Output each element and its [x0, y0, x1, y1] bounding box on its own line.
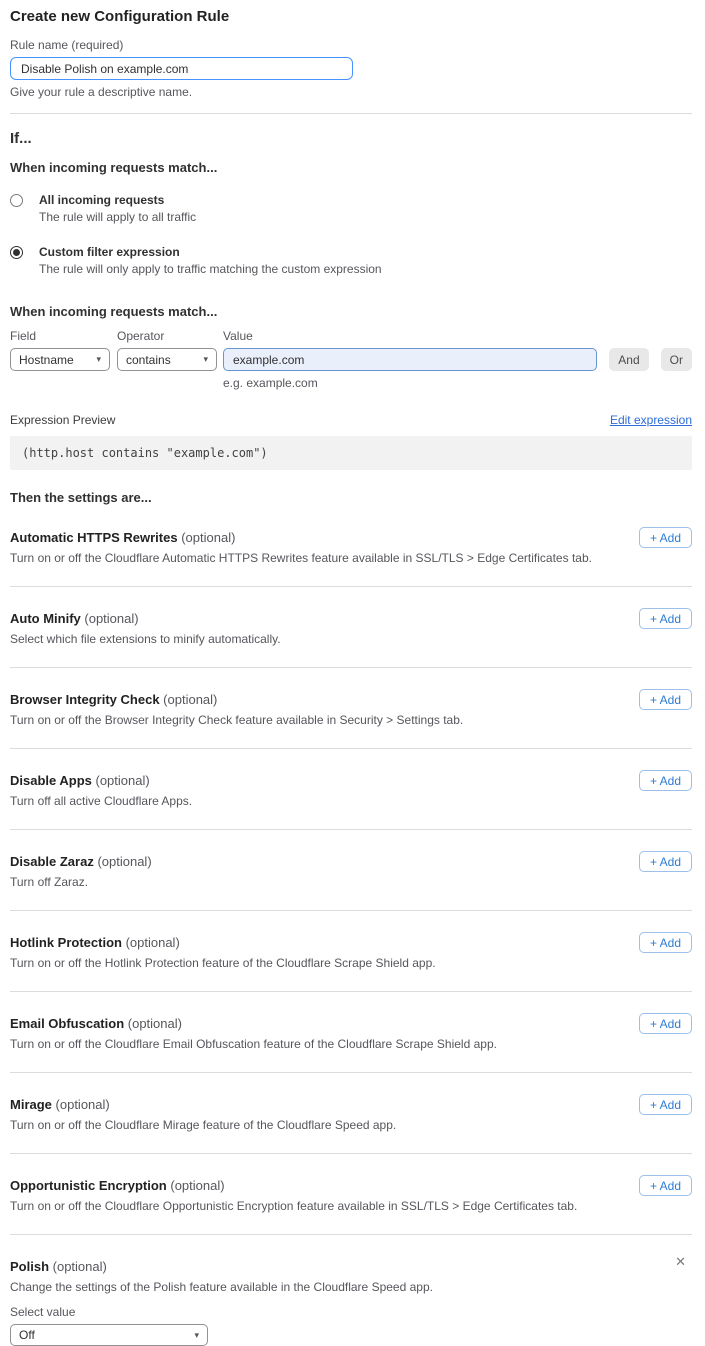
- setting-title: Auto Minify: [10, 611, 81, 626]
- setting-title: Mirage: [10, 1097, 52, 1112]
- setting-title: Disable Zaraz: [10, 854, 94, 869]
- add-setting-button[interactable]: + Add: [639, 932, 692, 953]
- chevron-down-icon: ▾: [194, 1331, 199, 1340]
- field-select[interactable]: Hostname ▾: [10, 348, 110, 371]
- value-input[interactable]: [223, 348, 597, 371]
- field-select-value: Hostname: [19, 353, 74, 367]
- rule-name-helper: Give your rule a descriptive name.: [10, 85, 692, 99]
- setting-optional-tag: (optional): [163, 692, 217, 707]
- create-configuration-rule-page: Create new Configuration Rule Rule name …: [0, 0, 705, 1346]
- radio-option-custom-filter-expression[interactable]: Custom filter expression The rule will o…: [10, 245, 692, 277]
- rule-name-group: Rule name (required) Give your rule a de…: [10, 38, 692, 99]
- settings-list: Automatic HTTPS Rewrites (optional) Turn…: [10, 506, 692, 1235]
- polish-setting-row: Polish (optional) ✕ Change the settings …: [10, 1235, 692, 1346]
- setting-row: Disable Apps (optional) Turn off all act…: [10, 749, 692, 830]
- setting-optional-tag: (optional): [84, 611, 138, 626]
- setting-description: Turn on or off the Hotlink Protection fe…: [10, 956, 692, 970]
- setting-optional-tag: (optional): [97, 854, 151, 869]
- field-label: Field: [10, 329, 110, 343]
- setting-optional-tag: (optional): [170, 1178, 224, 1193]
- add-setting-button[interactable]: + Add: [639, 1175, 692, 1196]
- add-setting-button[interactable]: + Add: [639, 608, 692, 629]
- setting-optional-tag: (optional): [128, 1016, 182, 1031]
- radio-button-unchecked[interactable]: [10, 194, 23, 207]
- add-setting-button[interactable]: + Add: [639, 527, 692, 548]
- operator-select-value: contains: [126, 353, 171, 367]
- then-settings-heading: Then the settings are...: [10, 490, 692, 506]
- setting-description: Turn on or off the Cloudflare Automatic …: [10, 551, 692, 565]
- setting-optional-tag: (optional): [96, 773, 150, 788]
- setting-row: Disable Zaraz (optional) Turn off Zaraz.…: [10, 830, 692, 911]
- setting-row: Hotlink Protection (optional) Turn on or…: [10, 911, 692, 992]
- expression-preview-label: Expression Preview: [10, 413, 115, 427]
- page-title: Create new Configuration Rule: [10, 8, 692, 26]
- setting-title: Disable Apps: [10, 773, 92, 788]
- select-value-label: Select value: [10, 1305, 692, 1319]
- and-button[interactable]: And: [609, 348, 648, 371]
- chevron-down-icon: ▾: [203, 355, 208, 364]
- add-setting-button[interactable]: + Add: [639, 689, 692, 710]
- chevron-down-icon: ▾: [96, 355, 101, 364]
- setting-description: Turn off Zaraz.: [10, 875, 692, 889]
- setting-row: Email Obfuscation (optional) Turn on or …: [10, 992, 692, 1073]
- setting-row: Auto Minify (optional) Select which file…: [10, 587, 692, 668]
- radio-label: Custom filter expression: [39, 245, 382, 260]
- match-type-radio-group: All incoming requests The rule will appl…: [10, 193, 692, 277]
- add-setting-button[interactable]: + Add: [639, 1094, 692, 1115]
- radio-description: The rule will apply to all traffic: [39, 210, 196, 225]
- radio-button-checked[interactable]: [10, 246, 23, 259]
- setting-optional-tag: (optional): [126, 935, 180, 950]
- setting-title: Email Obfuscation: [10, 1016, 124, 1031]
- rule-name-label: Rule name (required): [10, 38, 692, 52]
- setting-description: Select which file extensions to minify a…: [10, 632, 692, 646]
- setting-description: Turn on or off the Cloudflare Email Obfu…: [10, 1037, 692, 1051]
- expression-builder-heading: When incoming requests match...: [10, 304, 692, 320]
- polish-value-select[interactable]: Off ▾: [10, 1324, 208, 1346]
- close-icon[interactable]: ✕: [675, 1255, 686, 1268]
- setting-row: Browser Integrity Check (optional) Turn …: [10, 668, 692, 749]
- incoming-requests-match-heading: When incoming requests match...: [10, 160, 692, 176]
- setting-row: Mirage (optional) Turn on or off the Clo…: [10, 1073, 692, 1154]
- section-divider: [10, 113, 692, 114]
- setting-description: Turn on or off the Cloudflare Mirage fea…: [10, 1118, 692, 1132]
- setting-description: Turn on or off the Browser Integrity Che…: [10, 713, 692, 727]
- if-heading: If...: [10, 130, 692, 148]
- expression-preview-code: (http.host contains "example.com"): [10, 436, 692, 470]
- or-button[interactable]: Or: [661, 348, 692, 371]
- setting-optional-tag: (optional): [56, 1097, 110, 1112]
- setting-title: Opportunistic Encryption: [10, 1178, 167, 1193]
- radio-option-all-incoming-requests[interactable]: All incoming requests The rule will appl…: [10, 193, 692, 225]
- setting-row: Opportunistic Encryption (optional) Turn…: [10, 1154, 692, 1235]
- setting-optional-tag: (optional): [181, 530, 235, 545]
- add-setting-button[interactable]: + Add: [639, 1013, 692, 1034]
- value-helper: e.g. example.com: [223, 376, 597, 390]
- radio-label: All incoming requests: [39, 193, 196, 208]
- rule-name-input[interactable]: [10, 57, 353, 80]
- radio-description: The rule will only apply to traffic matc…: [39, 262, 382, 277]
- add-setting-button[interactable]: + Add: [639, 851, 692, 872]
- value-label: Value: [223, 329, 597, 343]
- polish-select-value: Off: [19, 1328, 35, 1342]
- setting-description: Turn on or off the Cloudflare Opportunis…: [10, 1199, 692, 1213]
- expression-preview-row: Expression Preview Edit expression: [10, 413, 692, 427]
- operator-select[interactable]: contains ▾: [117, 348, 217, 371]
- add-setting-button[interactable]: + Add: [639, 770, 692, 791]
- edit-expression-link[interactable]: Edit expression: [610, 413, 692, 427]
- setting-description: Turn off all active Cloudflare Apps.: [10, 794, 692, 808]
- expression-builder-row: Field Hostname ▾ Operator contains ▾ Val…: [10, 329, 692, 390]
- setting-row: Automatic HTTPS Rewrites (optional) Turn…: [10, 506, 692, 587]
- setting-title: Hotlink Protection: [10, 935, 122, 950]
- setting-description: Change the settings of the Polish featur…: [10, 1280, 692, 1294]
- operator-label: Operator: [117, 329, 217, 343]
- setting-title: Browser Integrity Check: [10, 692, 160, 707]
- setting-title: Automatic HTTPS Rewrites: [10, 530, 178, 545]
